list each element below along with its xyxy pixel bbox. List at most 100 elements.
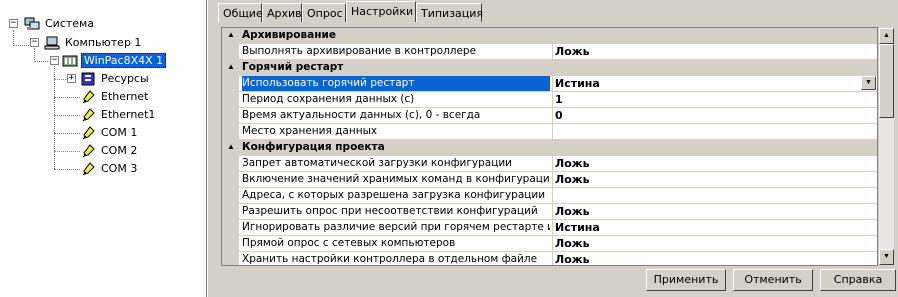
property-value[interactable]: Истина: [552, 76, 877, 91]
row-gutter: [222, 220, 239, 236]
port-plug-icon: [80, 125, 96, 140]
tree-node-computer[interactable]: Компьютер 1: [44, 34, 143, 51]
property-row[interactable]: Адреса, с которых разрешена загрузка кон…: [222, 188, 877, 204]
tree-node-label: Ethernet: [101, 90, 149, 103]
property-value[interactable]: Ложь: [552, 252, 877, 265]
property-row[interactable]: Прямой опрос с сетевых компьютеров Ложь: [222, 236, 877, 252]
row-gutter: [222, 76, 239, 92]
property-row[interactable]: Игнорировать различие версий при горячем…: [222, 220, 877, 236]
property-row[interactable]: Выполнять архивирование в контроллере Лож…: [222, 44, 877, 60]
collapse-category-icon[interactable]: ▲: [227, 142, 235, 151]
property-value[interactable]: Ложь: [552, 204, 877, 219]
computer-icon: [44, 36, 60, 50]
tree-node-com3[interactable]: COM 3: [80, 160, 139, 177]
port-plug-icon: [80, 143, 96, 158]
tree-node-ethernet[interactable]: Ethernet: [80, 88, 150, 105]
collapse-computer-toggle[interactable]: −: [30, 38, 39, 47]
scroll-thumb[interactable]: [879, 44, 894, 118]
property-value[interactable]: 1: [552, 92, 877, 107]
row-gutter: [222, 156, 239, 172]
tab-general[interactable]: Общие: [218, 3, 263, 22]
tab-archive[interactable]: Архив: [262, 3, 302, 22]
row-gutter: [222, 44, 239, 60]
collapse-category-icon[interactable]: ▲: [227, 30, 235, 39]
tree-node-label: WinPac8X4X 1: [81, 53, 167, 68]
category-row[interactable]: ▲ Горячий рестарт: [222, 60, 877, 76]
property-value[interactable]: [552, 124, 877, 139]
property-name: Разрешить опрос при несоответствии конфи…: [242, 205, 538, 217]
category-row[interactable]: ▲ Архивирование: [222, 28, 877, 44]
property-row[interactable]: Время актуальности данных (с), 0 - всегд…: [222, 108, 877, 124]
project-tree[interactable]: − − − + Система Компьютер 1 WinPac8X4X 1…: [0, 0, 207, 297]
property-value[interactable]: Истина: [552, 220, 877, 235]
dropdown-arrow-icon[interactable]: ▼: [861, 76, 876, 90]
tree-node-com2[interactable]: COM 2: [80, 142, 139, 159]
row-gutter: [222, 108, 239, 124]
property-row[interactable]: Использовать горячий рестарт Истина ▼: [222, 76, 877, 92]
tree-node-com1[interactable]: COM 1: [80, 124, 139, 141]
property-value[interactable]: [552, 188, 877, 203]
property-row[interactable]: Включение значений хранимых команд в кон…: [222, 172, 877, 188]
tree-node-resources[interactable]: Ресурсы: [80, 70, 151, 87]
port-plug-icon: [80, 107, 96, 122]
tab-typing[interactable]: Типизация: [416, 3, 483, 22]
property-name: Прямой опрос с сетевых компьютеров: [242, 237, 456, 249]
property-name: Выполнять архивирование в контроллере: [242, 45, 477, 57]
port-plug-icon: [80, 89, 96, 104]
tree-node-label: Ethernet1: [101, 108, 156, 121]
property-row[interactable]: Период сохранения данных (с) 1: [222, 92, 877, 108]
row-gutter[interactable]: ▲: [222, 140, 239, 156]
tree-node-label: COM 2: [101, 144, 138, 157]
category-row[interactable]: ▲ Конфигурация проекта: [222, 140, 877, 156]
collapse-system-toggle[interactable]: −: [9, 19, 18, 28]
controller-icon: [62, 54, 78, 68]
row-gutter: [222, 188, 239, 204]
row-gutter: [222, 252, 239, 265]
apply-button[interactable]: Применить: [646, 269, 726, 291]
tree-node-system[interactable]: Система: [24, 15, 96, 32]
cancel-button[interactable]: Отменить: [733, 269, 813, 291]
tree-node-ethernet1[interactable]: Ethernet1: [80, 106, 157, 123]
scroll-up-icon[interactable]: ▲: [879, 28, 894, 44]
property-name: Хранить настройки контроллера в отдельно…: [242, 253, 538, 265]
category-label: Конфигурация проекта: [242, 141, 385, 153]
property-grid[interactable]: ▲ Архивирование Выполнять архивирование в …: [221, 27, 878, 266]
network-computers-icon: [24, 17, 40, 31]
property-row[interactable]: Запрет автоматической загрузки конфигура…: [222, 156, 877, 172]
property-value[interactable]: Ложь: [552, 236, 877, 251]
property-value[interactable]: Ложь: [552, 172, 877, 187]
property-name: Время актуальности данных (с), 0 - всегд…: [242, 109, 481, 121]
property-name: Включение значений хранимых команд в кон…: [242, 173, 550, 185]
collapse-controller-toggle[interactable]: −: [50, 56, 59, 65]
help-button[interactable]: Справка: [820, 269, 896, 291]
tree-node-label: COM 1: [101, 126, 138, 139]
property-value[interactable]: Ложь: [552, 44, 877, 59]
resources-icon: [80, 72, 96, 86]
tree-node-label: Система: [45, 17, 95, 30]
property-row[interactable]: Хранить настройки контроллера в отдельно…: [222, 252, 877, 265]
collapse-category-icon[interactable]: ▲: [227, 62, 235, 71]
port-plug-icon: [80, 161, 96, 176]
property-row[interactable]: Разрешить опрос при несоответствии конфи…: [222, 204, 877, 220]
property-value[interactable]: 0: [552, 108, 877, 123]
tab-settings[interactable]: Настройки: [346, 1, 416, 22]
expand-resources-toggle[interactable]: +: [67, 74, 76, 83]
category-label: Горячий рестарт: [242, 61, 344, 73]
tree-node-controller[interactable]: WinPac8X4X 1: [62, 52, 167, 69]
property-name: Использовать горячий рестарт: [242, 76, 550, 91]
vertical-scrollbar[interactable]: ▲ ▼: [878, 27, 895, 266]
tree-node-label: Ресурсы: [101, 72, 149, 85]
row-gutter: [222, 204, 239, 220]
property-name: Период сохранения данных (с): [242, 93, 415, 105]
tree-node-label: COM 3: [101, 162, 138, 175]
row-gutter: [222, 92, 239, 108]
property-value[interactable]: Ложь: [552, 156, 877, 171]
row-gutter[interactable]: ▲: [222, 28, 239, 44]
category-label: Архивирование: [242, 29, 336, 41]
panel-splitter[interactable]: [207, 0, 217, 297]
scroll-down-icon[interactable]: ▼: [879, 249, 894, 265]
property-row[interactable]: Место хранения данных: [222, 124, 877, 140]
row-gutter[interactable]: ▲: [222, 60, 239, 76]
tab-polling[interactable]: Опрос: [302, 3, 346, 22]
row-gutter: [222, 172, 239, 188]
